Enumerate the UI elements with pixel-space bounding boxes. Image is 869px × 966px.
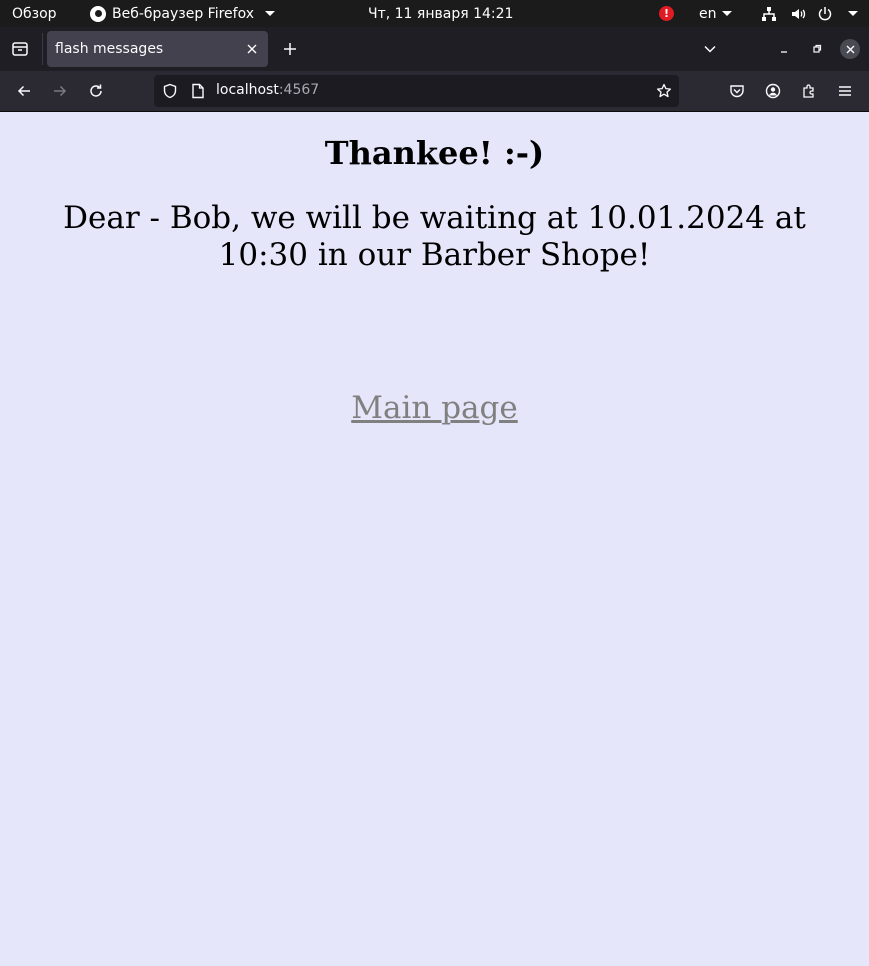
star-icon[interactable] xyxy=(653,80,675,102)
system-menu-button[interactable] xyxy=(843,0,858,27)
account-icon xyxy=(765,83,781,99)
chevron-down-icon xyxy=(721,11,732,16)
address-bar[interactable]: localhost:4567 xyxy=(154,75,679,107)
chevron-down-icon xyxy=(704,45,716,53)
reload-button[interactable] xyxy=(80,75,112,107)
hamburger-menu-icon xyxy=(839,86,851,96)
close-icon xyxy=(247,44,257,54)
volume-icon[interactable] xyxy=(790,0,806,27)
app-menu-button[interactable]: Веб-браузер Firefox xyxy=(90,0,276,27)
close-tab-button[interactable] xyxy=(242,39,262,59)
page-heading: Thankee! :-) xyxy=(324,134,545,172)
back-arrow-icon xyxy=(17,85,30,97)
tab-flash-messages[interactable]: flash messages xyxy=(47,31,268,67)
activities-label: Обзор xyxy=(12,5,57,22)
url-port: :4567 xyxy=(278,82,320,98)
account-button[interactable] xyxy=(757,75,789,107)
restore-window-button[interactable] xyxy=(805,37,829,61)
pocket-button[interactable] xyxy=(721,75,753,107)
close-icon xyxy=(846,45,854,53)
page-icon[interactable] xyxy=(188,81,208,101)
power-icon[interactable] xyxy=(817,0,833,27)
minimize-icon xyxy=(781,51,787,53)
network-icon[interactable] xyxy=(761,0,777,27)
extensions-button[interactable] xyxy=(793,75,825,107)
forward-button[interactable] xyxy=(44,75,76,107)
chevron-down-icon xyxy=(265,11,276,16)
plus-icon xyxy=(284,43,296,55)
navigation-toolbar: localhost:4567 xyxy=(0,71,869,112)
clock-button[interactable]: Чт, 11 января 14:21 xyxy=(368,0,513,27)
puzzle-icon xyxy=(803,84,814,98)
notification-indicator[interactable]: ! xyxy=(659,0,674,27)
url-text[interactable]: localhost:4567 xyxy=(216,82,319,98)
clock-label: Чт, 11 января 14:21 xyxy=(368,5,514,22)
pocket-icon xyxy=(730,85,744,98)
firefox-view-button[interactable] xyxy=(4,33,36,65)
close-window-button[interactable] xyxy=(840,39,860,59)
forward-arrow-icon xyxy=(54,85,67,97)
tab-title: flash messages xyxy=(55,41,164,57)
keyboard-layout-label: en xyxy=(699,5,717,22)
alert-icon: ! xyxy=(659,6,674,21)
main-page-link[interactable]: Main page xyxy=(0,389,869,427)
restore-icon xyxy=(813,44,822,53)
system-top-bar: Обзор Веб-браузер Firefox Чт, 11 января … xyxy=(0,0,869,27)
tab-strip: flash messages xyxy=(0,27,869,71)
app-menu-button[interactable] xyxy=(829,75,861,107)
page-content: Thankee! :-) Dear - Bob, we will be wait… xyxy=(0,112,869,966)
keyboard-layout-button[interactable]: en xyxy=(699,0,732,27)
back-button[interactable] xyxy=(8,75,40,107)
app-menu-label: Веб-браузер Firefox xyxy=(112,5,255,22)
firefox-view-icon xyxy=(12,42,28,56)
minimize-window-button[interactable] xyxy=(772,37,796,61)
new-tab-button[interactable] xyxy=(276,35,304,63)
shield-icon[interactable] xyxy=(160,81,180,101)
activities-button[interactable]: Обзор xyxy=(12,0,57,27)
tab-divider xyxy=(42,33,43,65)
url-host: localhost xyxy=(216,82,279,98)
firefox-icon xyxy=(90,5,106,22)
chevron-down-icon xyxy=(848,11,858,16)
confirmation-message: Dear - Bob, we will be waiting at 10.01.… xyxy=(63,200,806,273)
reload-icon xyxy=(90,84,102,97)
list-all-tabs-button[interactable] xyxy=(696,35,724,63)
